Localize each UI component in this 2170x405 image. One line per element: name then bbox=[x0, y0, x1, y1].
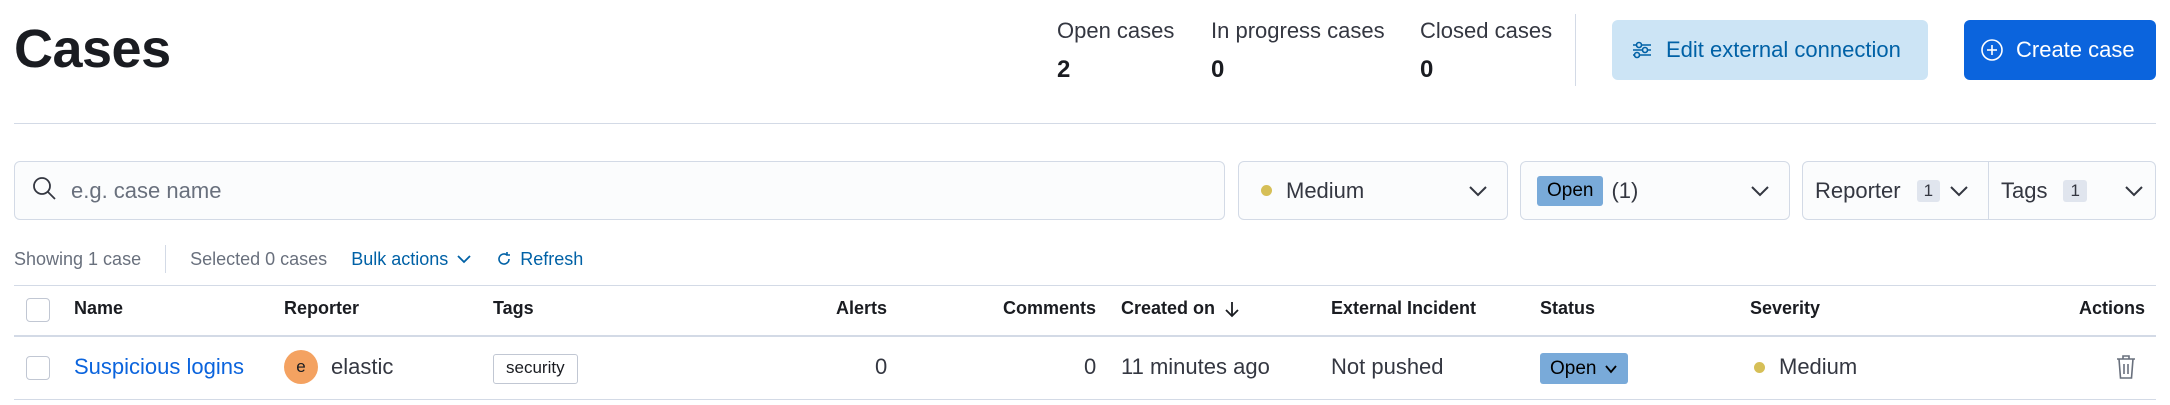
tags-filter-count: 1 bbox=[2063, 179, 2087, 202]
edit-external-connection-label: Edit external connection bbox=[1666, 37, 1901, 62]
status-value: Open bbox=[1550, 357, 1597, 379]
created-on-value: 11 minutes ago bbox=[1121, 354, 1270, 379]
severity-filter-value: Medium bbox=[1286, 177, 1365, 203]
stat-label: In progress cases bbox=[1211, 18, 1385, 43]
search-input[interactable]: e.g. case name bbox=[14, 161, 1225, 220]
status-dropdown[interactable]: Open bbox=[1540, 353, 1629, 384]
tags-filter-label: Tags bbox=[2001, 177, 2048, 203]
table-top-border bbox=[14, 285, 2156, 286]
status-filter-badge: Open bbox=[1537, 175, 1604, 206]
stat-in-progress-cases: In progress cases 0 bbox=[1211, 18, 1385, 84]
filter-group: Reporter 1 Tags 1 bbox=[1802, 161, 2156, 220]
chevron-down-icon bbox=[2123, 180, 2145, 208]
severity-dot bbox=[1261, 185, 1272, 196]
utility-divider bbox=[165, 245, 167, 273]
chevron-down-icon bbox=[1948, 180, 1970, 208]
table-header-border bbox=[14, 335, 2156, 337]
bulk-actions-label: Bulk actions bbox=[351, 248, 449, 269]
column-header-reporter[interactable]: Reporter bbox=[284, 298, 359, 319]
column-header-status[interactable]: Status bbox=[1540, 298, 1595, 319]
case-name-link[interactable]: Suspicious logins bbox=[74, 354, 244, 380]
comments-count: 0 bbox=[1084, 354, 1097, 379]
column-header-external-incident: External Incident bbox=[1331, 298, 1477, 318]
column-header-alerts[interactable]: Alerts bbox=[836, 298, 887, 319]
stat-open-cases: Open cases 2 bbox=[1057, 18, 1174, 84]
edit-external-connection-button[interactable]: Edit external connection bbox=[1612, 20, 1928, 80]
column-header-created-on[interactable]: Created on bbox=[1121, 298, 1241, 319]
refresh-label: Refresh bbox=[520, 248, 584, 269]
table-utility-bar: Showing 1 case Selected 0 cases Bulk act… bbox=[14, 245, 583, 273]
stat-value: 0 bbox=[1211, 56, 1225, 83]
status-filter[interactable]: Open (1) bbox=[1520, 161, 1790, 220]
tag-badge: security bbox=[493, 354, 578, 384]
reporter-filter-button[interactable]: Reporter 1 bbox=[1803, 162, 1989, 219]
create-case-label: Create case bbox=[2016, 37, 2135, 62]
stat-label: Closed cases bbox=[1420, 18, 1553, 43]
reporter-filter-label: Reporter bbox=[1815, 177, 1901, 203]
chevron-down-icon bbox=[1467, 180, 1489, 208]
refresh-icon bbox=[496, 251, 512, 267]
avatar: e bbox=[284, 350, 318, 384]
stat-closed-cases: Closed cases 0 bbox=[1420, 18, 1552, 84]
selected-count: Selected 0 cases bbox=[190, 248, 328, 269]
stat-value: 0 bbox=[1420, 56, 1434, 83]
page-title: Cases bbox=[14, 19, 171, 79]
trash-icon[interactable] bbox=[2114, 354, 2138, 385]
severity-value: Medium bbox=[1779, 354, 1858, 379]
status-filter-count: (1) bbox=[1611, 177, 1639, 203]
column-header-tags: Tags bbox=[493, 298, 534, 318]
search-icon bbox=[31, 175, 57, 207]
created-on-label: Created on bbox=[1121, 298, 1216, 318]
alerts-count: 0 bbox=[875, 354, 888, 379]
column-header-name[interactable]: Name bbox=[74, 298, 123, 319]
external-incident-value: Not pushed bbox=[1331, 354, 1444, 379]
bulk-actions-button[interactable]: Bulk actions bbox=[351, 249, 472, 270]
connection-settings-icon bbox=[1630, 38, 1654, 62]
severity-dot bbox=[1754, 361, 1765, 373]
column-header-actions: Actions bbox=[2079, 298, 2146, 318]
severity-filter[interactable]: Medium bbox=[1238, 161, 1508, 220]
create-case-button[interactable]: Create case bbox=[1964, 20, 2156, 80]
header-divider bbox=[1575, 14, 1576, 86]
column-header-comments[interactable]: Comments bbox=[1003, 298, 1096, 319]
tags-filter-button[interactable]: Tags 1 bbox=[1989, 162, 2155, 219]
table-bottom-border bbox=[14, 399, 2156, 400]
chevron-down-icon bbox=[1749, 180, 1771, 208]
refresh-button[interactable]: Refresh bbox=[496, 249, 583, 270]
row-checkbox[interactable] bbox=[26, 356, 50, 380]
reporter-name: elastic bbox=[331, 354, 394, 379]
showing-count: Showing 1 case bbox=[14, 248, 142, 269]
select-all-checkbox[interactable] bbox=[26, 298, 50, 322]
column-header-severity[interactable]: Severity bbox=[1750, 298, 1820, 319]
chevron-down-icon bbox=[456, 251, 472, 267]
stat-label: Open cases bbox=[1057, 18, 1175, 43]
plus-circle-icon bbox=[1980, 38, 2004, 62]
header-rule bbox=[14, 123, 2156, 124]
reporter-filter-count: 1 bbox=[1916, 179, 1941, 202]
severity-cell: Medium bbox=[1754, 354, 1857, 380]
stat-value: 2 bbox=[1057, 56, 1071, 83]
search-placeholder: e.g. case name bbox=[71, 177, 222, 203]
arrow-down-icon bbox=[1223, 300, 1241, 318]
chevron-down-icon bbox=[1604, 362, 1618, 376]
